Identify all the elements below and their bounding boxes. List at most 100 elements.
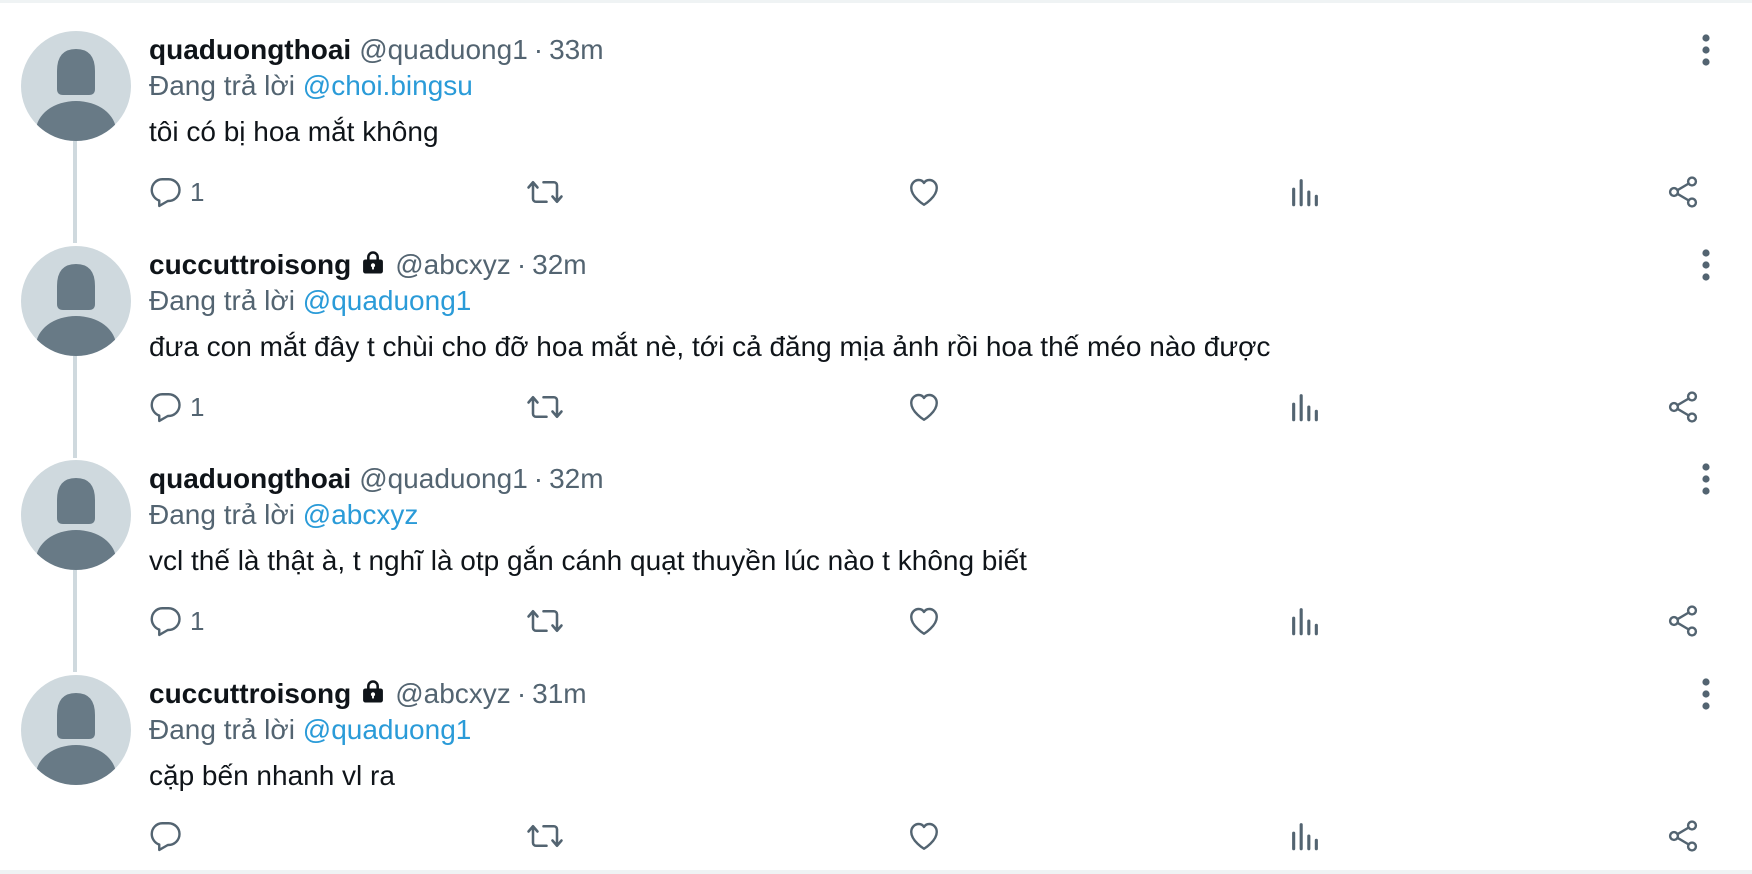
reply-button[interactable]: [148, 816, 190, 856]
reply-count: 1: [190, 177, 205, 207]
more-vertical-icon[interactable]: [1690, 32, 1722, 68]
avatar[interactable]: [21, 246, 131, 356]
share-button[interactable]: [1665, 387, 1701, 427]
protected-lock-icon: [359, 249, 387, 286]
more-vertical-icon[interactable]: [1690, 461, 1722, 497]
reply-button[interactable]: 1: [148, 172, 204, 212]
display-name[interactable]: quaduongthoai: [149, 463, 351, 494]
like-button[interactable]: [906, 601, 942, 641]
replying-to-mention[interactable]: @quaduong1: [303, 714, 472, 745]
user-handle[interactable]: @quaduong1: [359, 463, 528, 494]
heart-icon: [910, 393, 938, 421]
display-name[interactable]: cuccuttroisong: [149, 249, 351, 280]
like-button[interactable]: [906, 172, 942, 212]
tweet[interactable]: cuccuttroisong @abcxyz · 32m Đang trả lời @…: [0, 215, 1752, 458]
retweet-button[interactable]: [525, 816, 565, 856]
user-handle[interactable]: @abcxyz: [395, 678, 511, 709]
separator-dot: ·: [533, 34, 544, 65]
more-vertical-icon[interactable]: [1690, 676, 1722, 712]
timestamp[interactable]: 31m: [532, 678, 586, 709]
heart-icon: [910, 822, 938, 850]
replying-to: Đang trả lời @quaduong1: [149, 283, 471, 319]
replying-to-mention[interactable]: @choi.bingsu: [303, 70, 473, 101]
views-button[interactable]: [1288, 601, 1322, 641]
replying-to-mention[interactable]: @quaduong1: [303, 285, 472, 316]
separator-dot: ·: [516, 678, 527, 709]
reply-button[interactable]: 1: [148, 387, 204, 427]
tweet-header: quaduongthoai @quaduong1 · 33m: [149, 32, 604, 68]
display-name[interactable]: cuccuttroisong: [149, 678, 351, 709]
tweet[interactable]: cuccuttroisong @abcxyz · 31m Đang trả lời @…: [0, 644, 1752, 870]
user-handle[interactable]: @quaduong1: [359, 34, 528, 65]
reply-bubble-icon: [150, 178, 181, 208]
views-button[interactable]: [1288, 172, 1322, 212]
replying-to-label: Đang trả lời: [149, 499, 295, 530]
reply-count: 1: [190, 392, 205, 422]
views-button[interactable]: [1288, 816, 1322, 856]
share-icon: [1668, 391, 1698, 423]
user-handle[interactable]: @abcxyz: [395, 249, 511, 280]
retweet-icon: [527, 824, 563, 848]
share-icon: [1668, 820, 1698, 852]
retweet-icon: [527, 395, 563, 419]
tweet-text: vcl thế là thật à, t nghĩ là otp gắn cán…: [149, 545, 1027, 576]
action-bar: 1: [0, 601, 1752, 641]
bar-chart-icon: [1292, 823, 1318, 851]
retweet-button[interactable]: [525, 387, 565, 427]
views-button[interactable]: [1288, 387, 1322, 427]
avatar[interactable]: [21, 675, 131, 785]
replying-to-label: Đang trả lời: [149, 714, 295, 745]
timestamp[interactable]: 32m: [532, 249, 586, 280]
tweet[interactable]: quaduongthoai @quaduong1 · 32m Đang trả lời…: [0, 429, 1752, 672]
tweet-header: cuccuttroisong @abcxyz · 32m: [149, 247, 587, 286]
replying-to-label: Đang trả lời: [149, 285, 295, 316]
tweet[interactable]: quaduongthoai @quaduong1 · 33m Đang trả lời…: [0, 0, 1752, 243]
action-bar: [0, 816, 1752, 856]
replying-to-mention[interactable]: @abcxyz: [303, 499, 419, 530]
tweet-header: cuccuttroisong @abcxyz · 31m: [149, 676, 587, 715]
bottom-divider: [0, 870, 1752, 874]
like-button[interactable]: [906, 816, 942, 856]
bar-chart-icon: [1292, 608, 1318, 636]
default-avatar-icon: [36, 264, 116, 356]
timestamp[interactable]: 33m: [549, 34, 603, 65]
default-avatar-icon: [36, 49, 116, 141]
like-button[interactable]: [906, 387, 942, 427]
action-bar: 1: [0, 387, 1752, 427]
replying-to-label: Đang trả lời: [149, 70, 295, 101]
replying-to: Đang trả lời @choi.bingsu: [149, 68, 473, 104]
tweet-header: quaduongthoai @quaduong1 · 32m: [149, 461, 604, 497]
share-button[interactable]: [1665, 601, 1701, 641]
reply-button[interactable]: 1: [148, 601, 204, 641]
default-avatar-icon: [36, 693, 116, 785]
share-icon: [1668, 176, 1698, 208]
bar-chart-icon: [1292, 179, 1318, 207]
display-name[interactable]: quaduongthoai: [149, 34, 351, 65]
replying-to: Đang trả lời @quaduong1: [149, 712, 471, 748]
retweet-button[interactable]: [525, 172, 565, 212]
timestamp[interactable]: 32m: [549, 463, 603, 494]
reply-thread: quaduongthoai @quaduong1 · 33m Đang trả lời…: [0, 0, 1752, 874]
heart-icon: [910, 607, 938, 635]
bar-chart-icon: [1292, 394, 1318, 422]
replying-to: Đang trả lời @abcxyz: [149, 497, 418, 533]
tweet-text: đưa con mắt đây t chùi cho đỡ hoa mắt nè…: [149, 331, 1271, 362]
reply-bubble-icon: [150, 607, 181, 637]
retweet-icon: [527, 180, 563, 204]
share-icon: [1668, 605, 1698, 637]
default-avatar-icon: [36, 478, 116, 570]
avatar[interactable]: [21, 31, 131, 141]
avatar[interactable]: [21, 460, 131, 570]
reply-bubble-icon: [150, 393, 181, 423]
share-button[interactable]: [1665, 816, 1701, 856]
protected-lock-icon: [359, 678, 387, 715]
action-bar: 1: [0, 172, 1752, 212]
reply-count: 1: [190, 606, 205, 636]
share-button[interactable]: [1665, 172, 1701, 212]
more-vertical-icon[interactable]: [1690, 247, 1722, 283]
tweet-text: cặp bến nhanh vl ra: [149, 760, 395, 791]
heart-icon: [910, 178, 938, 206]
retweet-icon: [527, 609, 563, 633]
retweet-button[interactable]: [525, 601, 565, 641]
separator-dot: ·: [516, 249, 527, 280]
